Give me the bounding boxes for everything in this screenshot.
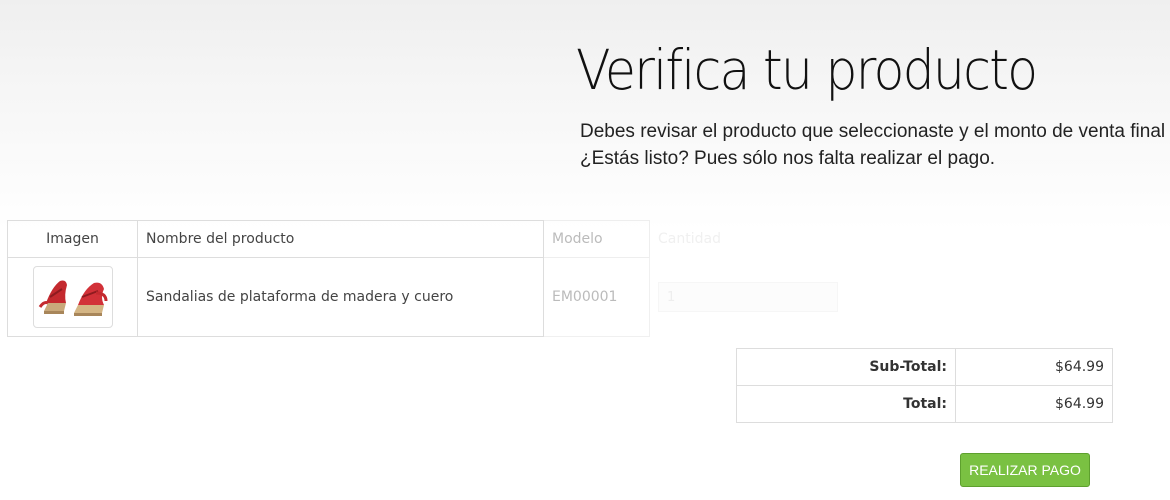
pay-button[interactable]: REALIZAR PAGO: [960, 453, 1090, 487]
subtotal-value: $64.99: [955, 348, 1113, 386]
page-subtitle: Debes revisar el producto que selecciona…: [576, 118, 1170, 172]
product-quantity-cell: [650, 258, 867, 337]
red-sandal-product-image[interactable]: [32, 266, 113, 328]
subtitle-line-1: Debes revisar el producto que selecciona…: [580, 121, 1166, 142]
product-model: EM00001: [543, 257, 650, 337]
cart-table: Imagen Nombre del producto Modelo Cantid…: [7, 220, 867, 337]
table-row: Sandalias de plataforma de madera y cuer…: [7, 257, 867, 337]
column-header-image: Imagen: [7, 220, 138, 258]
total-row: Total: $64.99: [736, 385, 1113, 423]
subtitle-line-2: ¿Estás listo? Pues sólo nos falta realiz…: [580, 148, 996, 169]
column-header-model: Modelo: [543, 220, 650, 258]
subtotal-label: Sub-Total:: [736, 348, 956, 386]
page-header: Verifica tu producto Debes revisar el pr…: [576, 30, 1170, 172]
column-header-name: Nombre del producto: [137, 220, 544, 258]
page-title: Verifica tu producto: [576, 38, 1038, 102]
total-label: Total:: [736, 385, 956, 423]
sandal-icon: [38, 280, 107, 316]
quantity-input[interactable]: [658, 282, 838, 312]
cart-table-header: Imagen Nombre del producto Modelo Cantid…: [7, 220, 867, 258]
product-image-cell: [7, 257, 138, 337]
subtotal-row: Sub-Total: $64.99: [736, 348, 1113, 386]
product-name[interactable]: Sandalias de plataforma de madera y cuer…: [137, 257, 544, 337]
column-header-quantity: Cantidad: [658, 231, 721, 247]
total-value: $64.99: [955, 385, 1113, 423]
totals-table: Sub-Total: $64.99 Total: $64.99: [736, 348, 1113, 423]
